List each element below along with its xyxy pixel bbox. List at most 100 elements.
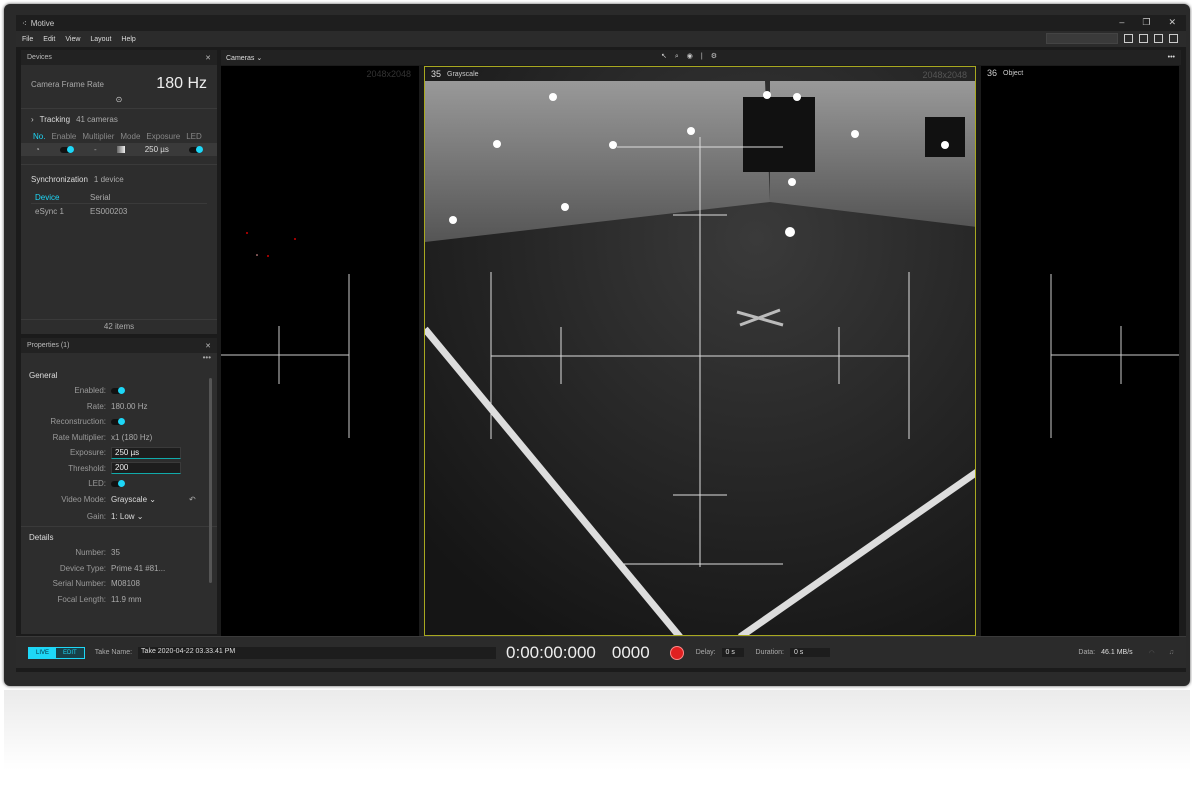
more-button[interactable]: ••• bbox=[1168, 54, 1175, 61]
sync-row[interactable]: eSync 1ES000203 bbox=[31, 204, 207, 218]
control-bar: LIVEEDIT Take Name: Take 2020-04-22 03.3… bbox=[16, 636, 1186, 668]
monitor-frame: ⁖ Motive –❐✕ File Edit View Layout Help … bbox=[4, 4, 1190, 686]
col-enable[interactable]: Enable bbox=[51, 132, 76, 141]
camera-mode[interactable]: Object bbox=[1003, 70, 1023, 77]
cameras-dropdown[interactable]: Cameras ⌄ bbox=[226, 54, 262, 62]
menu-edit[interactable]: Edit bbox=[43, 36, 55, 43]
chevron-right-icon[interactable]: › bbox=[31, 115, 34, 124]
led-toggle[interactable] bbox=[189, 147, 203, 153]
live-button[interactable]: LIVE bbox=[29, 648, 56, 658]
delay-label: Delay: bbox=[696, 649, 716, 656]
menu-help[interactable]: Help bbox=[121, 36, 135, 43]
col-no[interactable]: No. bbox=[33, 132, 45, 141]
data-rate-label: Data: bbox=[1078, 649, 1095, 656]
mode-icon bbox=[117, 146, 125, 153]
crosshair-overlay bbox=[981, 66, 1179, 636]
camera-icon: ◔ bbox=[35, 145, 40, 154]
app-title: Motive bbox=[31, 19, 55, 28]
rate-label: Rate: bbox=[21, 402, 111, 411]
gain-label: Gain: bbox=[21, 512, 111, 521]
duration-label: Duration: bbox=[756, 649, 784, 656]
menu-view[interactable]: View bbox=[65, 36, 80, 43]
rate-multiplier-label: Rate Multiplier: bbox=[21, 433, 111, 442]
grayscale-camera-image bbox=[425, 67, 976, 636]
devices-footer: 42 items bbox=[21, 319, 217, 334]
devices-title: Devices bbox=[27, 54, 52, 61]
edit-button[interactable]: EDIT bbox=[56, 648, 84, 658]
app-logo-icon: ⁖ bbox=[22, 19, 27, 28]
duration-select[interactable]: 0 s bbox=[790, 648, 830, 657]
led-toggle[interactable] bbox=[111, 481, 125, 487]
multiplier-value: - bbox=[94, 145, 97, 154]
frame-counter: 0000 bbox=[612, 643, 650, 663]
data-rate-value: 46.1 MB/s bbox=[1101, 649, 1133, 656]
sync-icon[interactable]: ◠ bbox=[1149, 649, 1155, 657]
layout-icon-2[interactable] bbox=[1139, 34, 1148, 43]
device-type-label: Device Type: bbox=[21, 564, 111, 573]
menu-bar: File Edit View Layout Help bbox=[16, 31, 1186, 47]
focal-length-value: 11.9 mm bbox=[111, 595, 142, 604]
enabled-toggle[interactable] bbox=[111, 388, 125, 394]
sync-label[interactable]: Synchronization bbox=[31, 175, 88, 184]
threshold-label: Threshold: bbox=[21, 464, 111, 473]
details-heading: Details bbox=[21, 527, 217, 545]
more-button[interactable]: ••• bbox=[203, 353, 211, 362]
minimize-button[interactable]: – bbox=[1119, 17, 1124, 28]
reset-icon[interactable]: ↶ bbox=[189, 495, 196, 504]
tracking-label[interactable]: Tracking bbox=[40, 115, 70, 124]
app-window: ⁖ Motive –❐✕ File Edit View Layout Help … bbox=[16, 15, 1186, 672]
camera-view-left[interactable]: 2048x2048 bbox=[221, 66, 419, 636]
monitor-reflection bbox=[4, 690, 1190, 770]
rate-value: 180.00 Hz bbox=[111, 402, 147, 411]
properties-title: Properties (1) bbox=[27, 342, 69, 349]
col-mode[interactable]: Mode bbox=[120, 132, 140, 141]
properties-panel: Properties (1)✕ ••• General Enabled: Rat… bbox=[21, 338, 217, 634]
mode-switch[interactable]: LIVEEDIT bbox=[28, 647, 85, 659]
close-button[interactable]: ✕ bbox=[1168, 17, 1176, 28]
camera-mode[interactable]: Grayscale bbox=[447, 71, 479, 78]
expand-icon[interactable]: ⊙ bbox=[116, 95, 123, 104]
close-icon[interactable]: ✕ bbox=[205, 54, 211, 62]
title-bar: ⁖ Motive – ❐ ✕ bbox=[16, 15, 1186, 31]
menu-file[interactable]: File bbox=[22, 36, 33, 43]
layout-icon-1[interactable] bbox=[1124, 34, 1133, 43]
delay-input[interactable]: 0 s bbox=[722, 648, 744, 657]
viewport-tools[interactable]: ↖⌕◉|⚙ bbox=[661, 52, 725, 61]
exposure-value[interactable]: 250 µs bbox=[145, 145, 169, 154]
exposure-input[interactable]: 250 µs bbox=[111, 447, 181, 459]
camera-view-36[interactable]: 36 Object bbox=[981, 66, 1179, 636]
col-multiplier[interactable]: Multiplier bbox=[82, 132, 114, 141]
serial-value: M08108 bbox=[111, 579, 140, 588]
sync-count: 1 device bbox=[94, 175, 124, 184]
record-button[interactable] bbox=[670, 646, 684, 660]
menu-layout[interactable]: Layout bbox=[90, 36, 111, 43]
bell-icon[interactable]: ♫ bbox=[1169, 649, 1174, 656]
video-mode-select[interactable]: Grayscale ⌄ bbox=[111, 495, 189, 504]
threshold-input[interactable]: 200 bbox=[111, 462, 181, 474]
reconstruction-toggle[interactable] bbox=[111, 419, 125, 425]
col-serial[interactable]: Serial bbox=[90, 193, 110, 202]
layout-icon-4[interactable] bbox=[1169, 34, 1178, 43]
take-name-input[interactable]: Take 2020-04-22 03.33.41 PM bbox=[138, 647, 496, 659]
frame-rate-value[interactable]: 180 Hz bbox=[156, 75, 207, 93]
video-mode-label: Video Mode: bbox=[21, 495, 111, 504]
cameras-header: Cameras ⌄ ↖⌕◉|⚙ ••• bbox=[221, 50, 1181, 65]
camera-number: 36 bbox=[987, 68, 997, 78]
scrollbar[interactable] bbox=[209, 378, 212, 583]
led-label: LED: bbox=[21, 479, 111, 488]
enabled-label: Enabled: bbox=[21, 386, 111, 395]
close-icon[interactable]: ✕ bbox=[205, 342, 211, 350]
col-device[interactable]: Device bbox=[35, 193, 90, 202]
camera-view-35[interactable]: 35Grayscale 2048x2048 bbox=[424, 66, 976, 636]
reconstruction-label: Reconstruction: bbox=[21, 417, 111, 426]
col-exposure[interactable]: Exposure bbox=[146, 132, 180, 141]
layout-select[interactable] bbox=[1046, 33, 1118, 44]
col-led[interactable]: LED bbox=[186, 132, 202, 141]
gain-select[interactable]: 1: Low ⌄ bbox=[111, 512, 144, 521]
tracking-row[interactable]: ◔ - 250 µs bbox=[21, 143, 217, 156]
enable-toggle[interactable] bbox=[60, 147, 74, 153]
number-label: Number: bbox=[21, 548, 111, 557]
device-name: eSync 1 bbox=[35, 207, 90, 216]
layout-icon-3[interactable] bbox=[1154, 34, 1163, 43]
restore-button[interactable]: ❐ bbox=[1142, 17, 1150, 28]
